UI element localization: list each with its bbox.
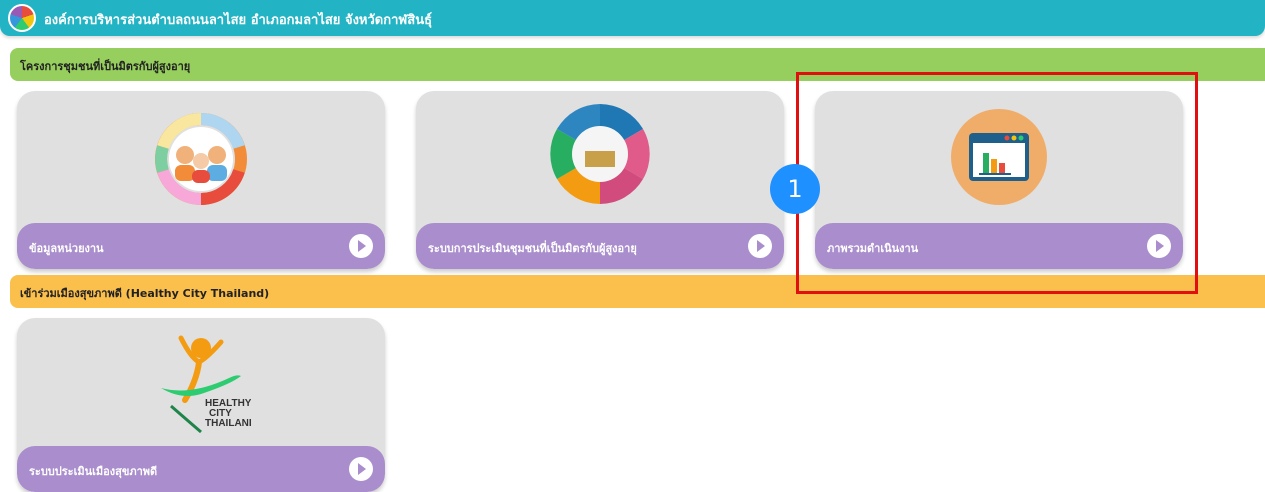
card-organization-info[interactable]: ข้อมูลหน่วยงาน [17, 91, 385, 269]
card-assessment-system[interactable]: ระบบการประเมินชุมชนที่เป็นมิตรกับผู้สูงอ… [416, 91, 784, 269]
card-label: ระบบประเมินเมืองสุขภาพดี [29, 465, 158, 478]
arrow-right-icon[interactable] [748, 234, 772, 258]
annotation-step-marker: 1 [770, 164, 820, 214]
card-footer[interactable]: ข้อมูลหน่วยงาน [17, 223, 385, 269]
arrow-right-icon[interactable] [349, 457, 373, 481]
assessment-wheel-icon [550, 104, 650, 204]
people-group-icon [155, 113, 247, 205]
arrow-right-icon[interactable] [349, 234, 373, 258]
section-title: เข้าร่วมเมืองสุขภาพดี (Healthy City Thai… [20, 287, 270, 300]
site-header: องค์การบริหารส่วนตำบลถนนลาไสย อำเภอกมลาไ… [0, 0, 1265, 36]
organization-logo[interactable] [8, 4, 36, 32]
logo-text: THAILAND [205, 418, 251, 429]
card-footer[interactable]: ระบบการประเมินชุมชนที่เป็นมิตรกับผู้สูงอ… [416, 223, 784, 269]
site-title[interactable]: องค์การบริหารส่วนตำบลถนนลาไสย อำเภอกมลาไ… [44, 9, 432, 30]
section-title: โครงการชุมชนที่เป็นมิตรกับผู้สูงอายุ [20, 60, 191, 73]
card-label: ข้อมูลหน่วยงาน [29, 242, 104, 255]
healthy-city-logo: HEALTHY CITY THAILAND [161, 335, 251, 434]
card-healthy-city-assessment[interactable]: HEALTHY CITY THAILAND ระบบประเมินเมืองสุ… [17, 318, 385, 492]
annotation-highlight-box [796, 72, 1198, 294]
card-footer[interactable]: ระบบประเมินเมืองสุขภาพดี [17, 446, 385, 492]
card-label: ระบบการประเมินชุมชนที่เป็นมิตรกับผู้สูงอ… [428, 242, 637, 255]
